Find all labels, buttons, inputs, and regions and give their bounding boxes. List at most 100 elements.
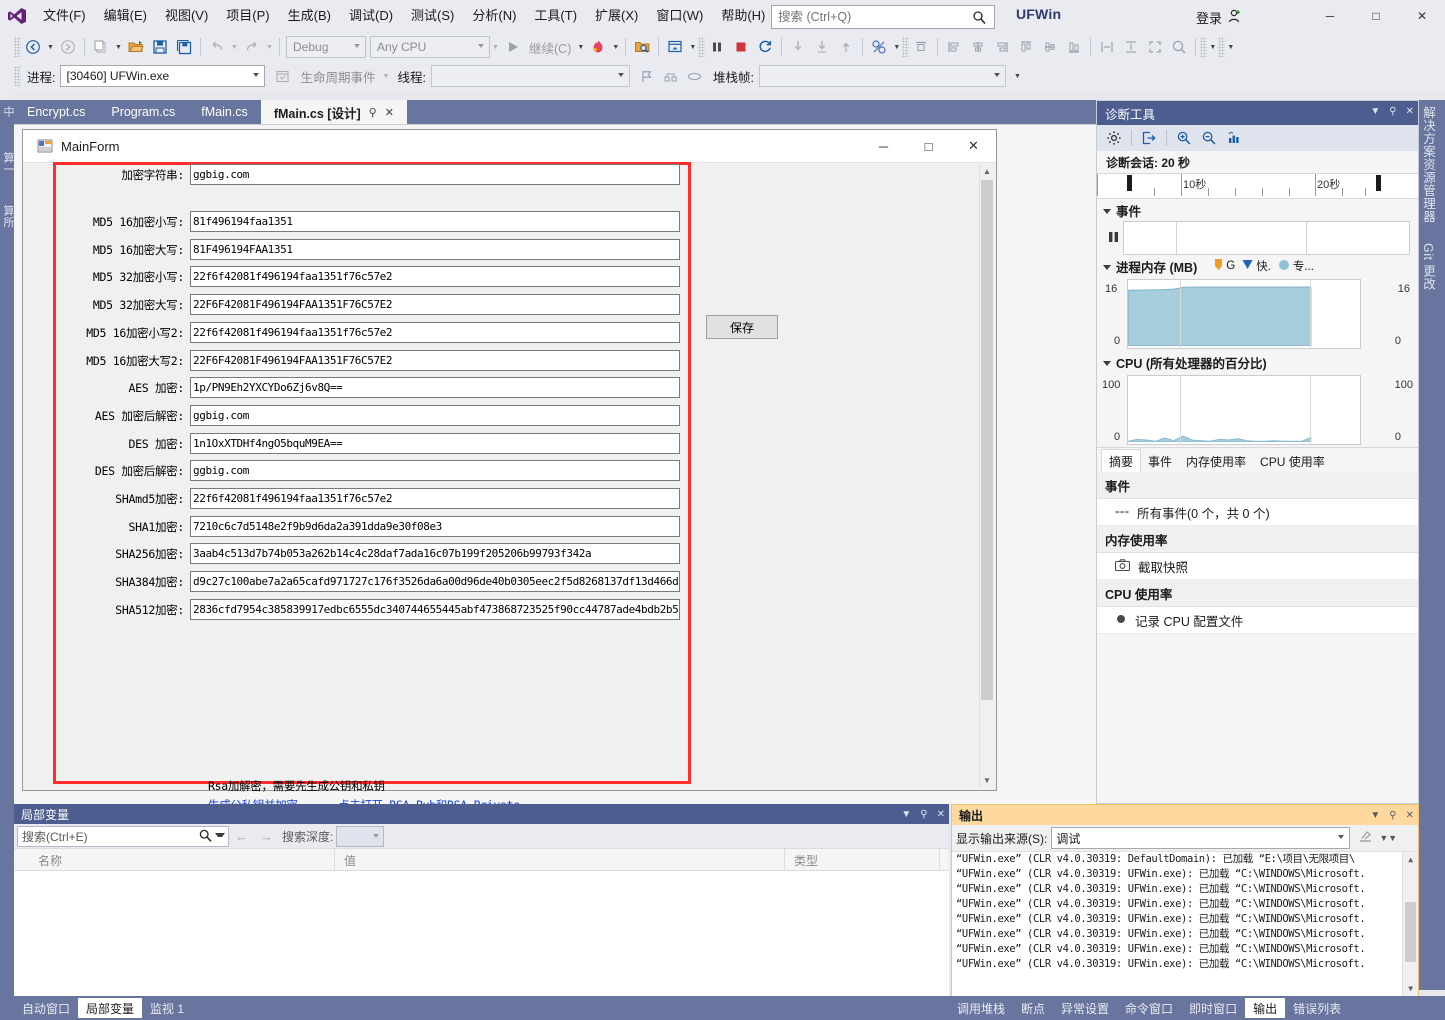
sign-in-button[interactable]: 登录	[1196, 8, 1243, 27]
designer-scroll-down-icon[interactable]: ▼	[981, 774, 993, 787]
bottom-tab-watch1[interactable]: 监视 1	[142, 998, 192, 1018]
process-combo[interactable]: [30460] UFWin.exe	[60, 65, 265, 87]
bottom-tab-command-window[interactable]: 命令窗口	[1117, 998, 1181, 1018]
toolbar-grip-4[interactable]	[1200, 37, 1207, 57]
hash-row-input[interactable]: ggbig.com	[190, 460, 680, 481]
output-overflow-icon[interactable]: ▼▼	[1379, 833, 1397, 843]
menu-tools[interactable]: 工具(T)	[525, 0, 586, 32]
tab-encrypt-cs[interactable]: Encrypt.cs	[14, 100, 98, 124]
form-minimize-button[interactable]: ─	[861, 130, 906, 162]
tab-memory-usage[interactable]: 内存使用率	[1179, 450, 1253, 472]
menu-build[interactable]: 生成(B)	[279, 0, 340, 32]
zoom-out-icon[interactable]	[1198, 127, 1220, 149]
hot-reload-dropdown-icon[interactable]: ▼	[610, 36, 621, 58]
search-input[interactable]	[772, 9, 966, 25]
menu-file[interactable]: 文件(F)	[34, 0, 95, 32]
hash-row-input[interactable]: 22f6f42081f496194faa1351f76c57e2	[190, 322, 680, 343]
panel-close-icon[interactable]: ✕	[937, 809, 945, 820]
designer-tool-dropdown-icon[interactable]: ▼	[891, 36, 902, 58]
lifecycle-events-label[interactable]: 生命周期事件	[300, 67, 375, 86]
menu-help[interactable]: 帮助(H)	[712, 0, 774, 32]
toolbar-grip-3[interactable]	[902, 37, 909, 57]
save-button[interactable]: 保存	[706, 315, 778, 339]
reset-zoom-chart-icon[interactable]	[1223, 127, 1245, 149]
summary-item-all-events[interactable]: 所有事件(0 个，共 0 个)	[1097, 499, 1418, 526]
tab-summary[interactable]: 摘要	[1101, 449, 1141, 472]
designer-scrollbar[interactable]: ▲ ▼	[979, 164, 994, 788]
hash-row-input[interactable]: 22f6f42081f496194faa1351f76c57e2	[190, 266, 680, 287]
bottom-tab-call-stack[interactable]: 调用堆栈	[949, 998, 1013, 1018]
cpu-section-header[interactable]: CPU (所有处理器的百分比)	[1097, 351, 1418, 373]
panel-pin-icon[interactable]: ⚲	[920, 809, 927, 820]
menu-test[interactable]: 测试(S)	[402, 0, 463, 32]
column-type[interactable]: 类型	[794, 852, 818, 869]
break-all-icon[interactable]	[706, 36, 728, 58]
tab-fmain-cs[interactable]: fMain.cs	[188, 100, 261, 124]
panel-pin-icon[interactable]: ⚲	[1389, 810, 1396, 821]
panel-pin-icon[interactable]: ⚲	[1389, 106, 1396, 117]
close-button[interactable]: ✕	[1399, 0, 1445, 32]
menu-window[interactable]: 窗口(W)	[647, 0, 712, 32]
minimize-button[interactable]: ─	[1307, 0, 1353, 32]
save-all-icon[interactable]	[173, 36, 195, 58]
bottom-tab-exception-settings[interactable]: 异常设置	[1053, 998, 1117, 1018]
tab-cpu-usage[interactable]: CPU 使用率	[1253, 450, 1332, 472]
debugbar-overflow-icon[interactable]: ▼	[1012, 65, 1023, 87]
attach-process-icon[interactable]	[631, 36, 653, 58]
menu-extensions[interactable]: 扩展(X)	[586, 0, 647, 32]
hash-row-input[interactable]: 22f6f42081f496194faa1351f76c57e2	[190, 488, 680, 509]
hash-row-input[interactable]: 3aab4c513d7b74b053a262b14c4c28daf7ada16c…	[190, 543, 680, 564]
continue-dropdown-icon[interactable]: ▼	[575, 36, 586, 58]
output-scroll-down-icon[interactable]: ▼	[1403, 981, 1418, 996]
panel-close-icon[interactable]: ✕	[1406, 810, 1414, 821]
locals-search-dropdown-icon[interactable]	[215, 833, 225, 837]
locals-search-input[interactable]: 搜索(Ctrl+E)	[17, 826, 229, 847]
select-window-icon[interactable]	[664, 36, 686, 58]
bottom-tab-error-list[interactable]: 错误列表	[1285, 998, 1349, 1018]
hash-row-input[interactable]: d9c27c100abe7a2a65cafd971727c176f3526da6…	[190, 571, 680, 592]
new-project-icon[interactable]	[90, 36, 112, 58]
export-icon[interactable]	[1138, 127, 1160, 149]
pin-tab-icon[interactable]: ⚲	[369, 106, 377, 119]
rail-tab-git-changes[interactable]: Git 更改	[1419, 237, 1438, 296]
hash-row-input[interactable]: 1p/PN9Eh2YXCYDo6Zj6v8Q==	[190, 377, 680, 398]
tab-program-cs[interactable]: Program.cs	[98, 100, 188, 124]
designer-scroll-thumb[interactable]	[981, 180, 993, 700]
designer-tool-icon[interactable]	[868, 36, 890, 58]
output-scrollbar[interactable]: ▲ ▼	[1402, 852, 1418, 996]
global-search-box[interactable]	[771, 5, 995, 29]
toolbar-grip[interactable]	[14, 37, 21, 57]
memory-section-header[interactable]: 进程内存 (MB) G 快. 专...	[1097, 255, 1418, 277]
select-window-dropdown-icon[interactable]: ▼	[687, 36, 698, 58]
rail-tab-solution-explorer[interactable]: 解决方案资源管理器	[1419, 100, 1438, 229]
zoom-in-icon[interactable]	[1173, 127, 1195, 149]
menu-project[interactable]: 项目(P)	[217, 0, 278, 32]
solution-platform-combo[interactable]: Any CPU	[370, 36, 490, 58]
stop-debugging-icon[interactable]	[730, 36, 752, 58]
summary-item-take-snapshot[interactable]: 截取快照	[1097, 553, 1418, 580]
bottom-tab-immediate-window[interactable]: 即时窗口	[1181, 998, 1245, 1018]
bottom-tab-output[interactable]: 输出	[1245, 998, 1285, 1018]
tab-fmain-cs-designer[interactable]: fMain.cs [设计] ⚲ ✕	[261, 100, 407, 124]
column-value[interactable]: 值	[344, 852, 356, 869]
menu-view[interactable]: 视图(V)	[156, 0, 217, 32]
events-track[interactable]	[1123, 221, 1410, 255]
bottom-tab-breakpoints[interactable]: 断点	[1013, 998, 1053, 1018]
locals-next-icon[interactable]: →	[254, 829, 279, 844]
menu-edit[interactable]: 编辑(E)	[95, 0, 156, 32]
stackframe-combo[interactable]	[759, 65, 1006, 87]
panel-dropdown-icon[interactable]: ▼	[1370, 810, 1380, 821]
close-tab-icon[interactable]: ✕	[385, 106, 394, 119]
navigate-back-dropdown-icon[interactable]: ▼	[45, 36, 56, 58]
hash-row-input[interactable]: 22F6F42081F496194FAA1351F76C57E2	[190, 294, 680, 315]
hash-row-input[interactable]: 2836cfd7954c385839917edbc6555dc340744655…	[190, 599, 680, 620]
hash-row-input[interactable]: 1n1OxXTDHf4ngO5bquM9EA==	[190, 433, 680, 454]
toolbar-overflow-icon[interactable]: ▼	[1207, 36, 1218, 58]
output-scroll-thumb[interactable]	[1405, 902, 1416, 962]
hash-row-input[interactable]: 7210c6c7d5148e2f9b9d6da2a391dda9e30f08e3	[190, 516, 680, 537]
clear-output-icon[interactable]	[1358, 829, 1373, 847]
bottom-tab-locals[interactable]: 局部变量	[78, 998, 142, 1018]
menu-debug[interactable]: 调试(D)	[340, 0, 402, 32]
output-source-combo[interactable]: 调试	[1051, 827, 1350, 849]
hash-row-input[interactable]: 81F496194FAA1351	[190, 239, 680, 260]
